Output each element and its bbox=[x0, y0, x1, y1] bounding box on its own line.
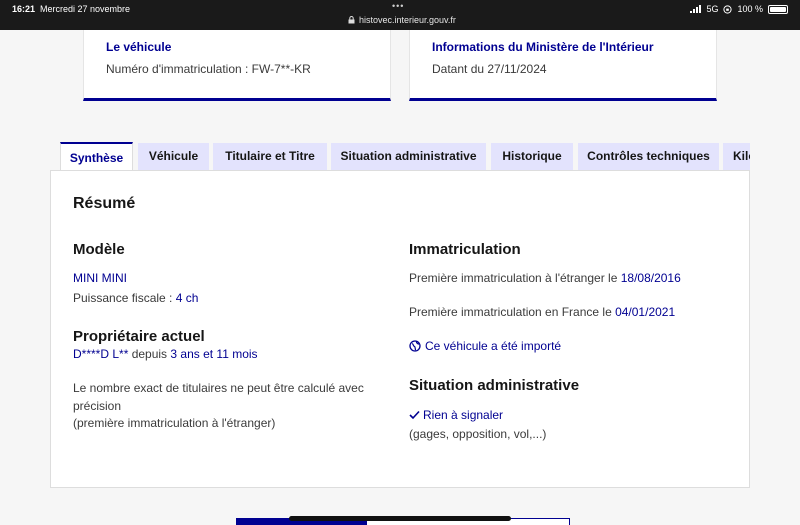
synthese-panel: Résumé Modèle MINI MINI Puissance fiscal… bbox=[50, 170, 750, 488]
model-name: MINI MINI bbox=[73, 271, 127, 285]
tab-vehicule[interactable]: Véhicule bbox=[138, 143, 209, 170]
admin-status-text: Rien à signaler bbox=[423, 408, 504, 422]
summary-heading: Résumé bbox=[73, 195, 136, 212]
network-label: 5G bbox=[706, 4, 719, 14]
ministry-card: Informations du Ministère de l'Intérieur… bbox=[409, 30, 717, 101]
fiscal-power: Puissance fiscale : 4 ch bbox=[73, 291, 198, 305]
tab-controles-techniques[interactable]: Contrôles techniques bbox=[578, 143, 719, 170]
signal-icon bbox=[690, 5, 702, 13]
admin-status-detail: (gages, opposition, vol,...) bbox=[409, 427, 547, 441]
address-bar[interactable]: histovec.interieur.gouv.fr bbox=[348, 15, 456, 25]
battery-label: 100 % bbox=[737, 4, 763, 14]
tab-bar: Synthèse Véhicule Titulaire et Titre Sit… bbox=[60, 142, 750, 171]
fiscal-power-label: Puissance fiscale : bbox=[73, 291, 176, 305]
registration-heading: Immatriculation bbox=[409, 241, 521, 258]
owner-note-line3: (première immatriculation à l'étranger) bbox=[73, 416, 276, 430]
owner-since-label: depuis bbox=[128, 347, 171, 361]
url-text: histovec.interieur.gouv.fr bbox=[359, 15, 456, 25]
vehicle-plate: Numéro d'immatriculation : FW-7**-KR bbox=[106, 62, 311, 76]
globe-icon bbox=[409, 340, 421, 352]
status-indicators: 5G 100 % bbox=[690, 4, 788, 14]
imported-text: Ce véhicule a été importé bbox=[425, 339, 562, 353]
battery-icon bbox=[768, 4, 788, 14]
ministry-card-title: Informations du Ministère de l'Intérieur bbox=[432, 40, 654, 54]
ministry-date: Datant du 27/11/2024 bbox=[432, 62, 547, 76]
owner-note-line1: Le nombre exact de titulaires ne peut êt… bbox=[73, 381, 364, 395]
owner-since-value: 3 ans et 11 mois bbox=[170, 347, 258, 361]
vehicle-card: Le véhicule Numéro d'immatriculation : F… bbox=[83, 30, 391, 101]
vehicle-card-title: Le véhicule bbox=[106, 40, 172, 54]
lock-icon bbox=[348, 16, 355, 24]
check-icon bbox=[409, 410, 420, 420]
model-heading: Modèle bbox=[73, 241, 125, 258]
orientation-lock-icon bbox=[723, 4, 733, 14]
tab-synthese[interactable]: Synthèse bbox=[60, 142, 133, 171]
fiscal-power-value: 4 ch bbox=[175, 291, 199, 305]
tab-situation-administrative[interactable]: Situation administrative bbox=[331, 143, 486, 170]
tab-historique[interactable]: Historique bbox=[491, 143, 573, 170]
more-dots-icon[interactable]: ••• bbox=[392, 1, 404, 11]
foreign-registration-date: 18/08/2016 bbox=[620, 271, 681, 285]
status-date: Mercredi 27 novembre bbox=[40, 4, 131, 14]
status-bar: 16:21 Mercredi 27 novembre ••• histovec.… bbox=[0, 0, 800, 30]
owner-heading: Propriétaire actuel bbox=[73, 328, 205, 345]
france-registration-date: 04/01/2021 bbox=[615, 305, 676, 319]
foreign-registration: Première immatriculation à l'étranger le… bbox=[409, 271, 681, 285]
tab-titulaire[interactable]: Titulaire et Titre bbox=[213, 143, 327, 170]
france-registration-label: Première immatriculation en France le bbox=[409, 305, 616, 319]
home-indicator[interactable] bbox=[289, 516, 511, 521]
tab-kilometrage[interactable]: Kilo bbox=[723, 143, 750, 170]
admin-situation-heading: Situation administrative bbox=[409, 377, 580, 394]
imported-notice[interactable]: Ce véhicule a été importé bbox=[409, 339, 561, 353]
france-registration: Première immatriculation en France le 04… bbox=[409, 305, 675, 319]
foreign-registration-label: Première immatriculation à l'étranger le bbox=[409, 271, 621, 285]
admin-status: Rien à signaler bbox=[409, 408, 503, 422]
owner-line: D****D L** depuis 3 ans et 11 mois bbox=[73, 347, 258, 361]
status-time: 16:21 bbox=[12, 4, 36, 14]
owner-name: D****D L** bbox=[73, 347, 129, 361]
owner-note-line2: précision bbox=[73, 399, 122, 413]
